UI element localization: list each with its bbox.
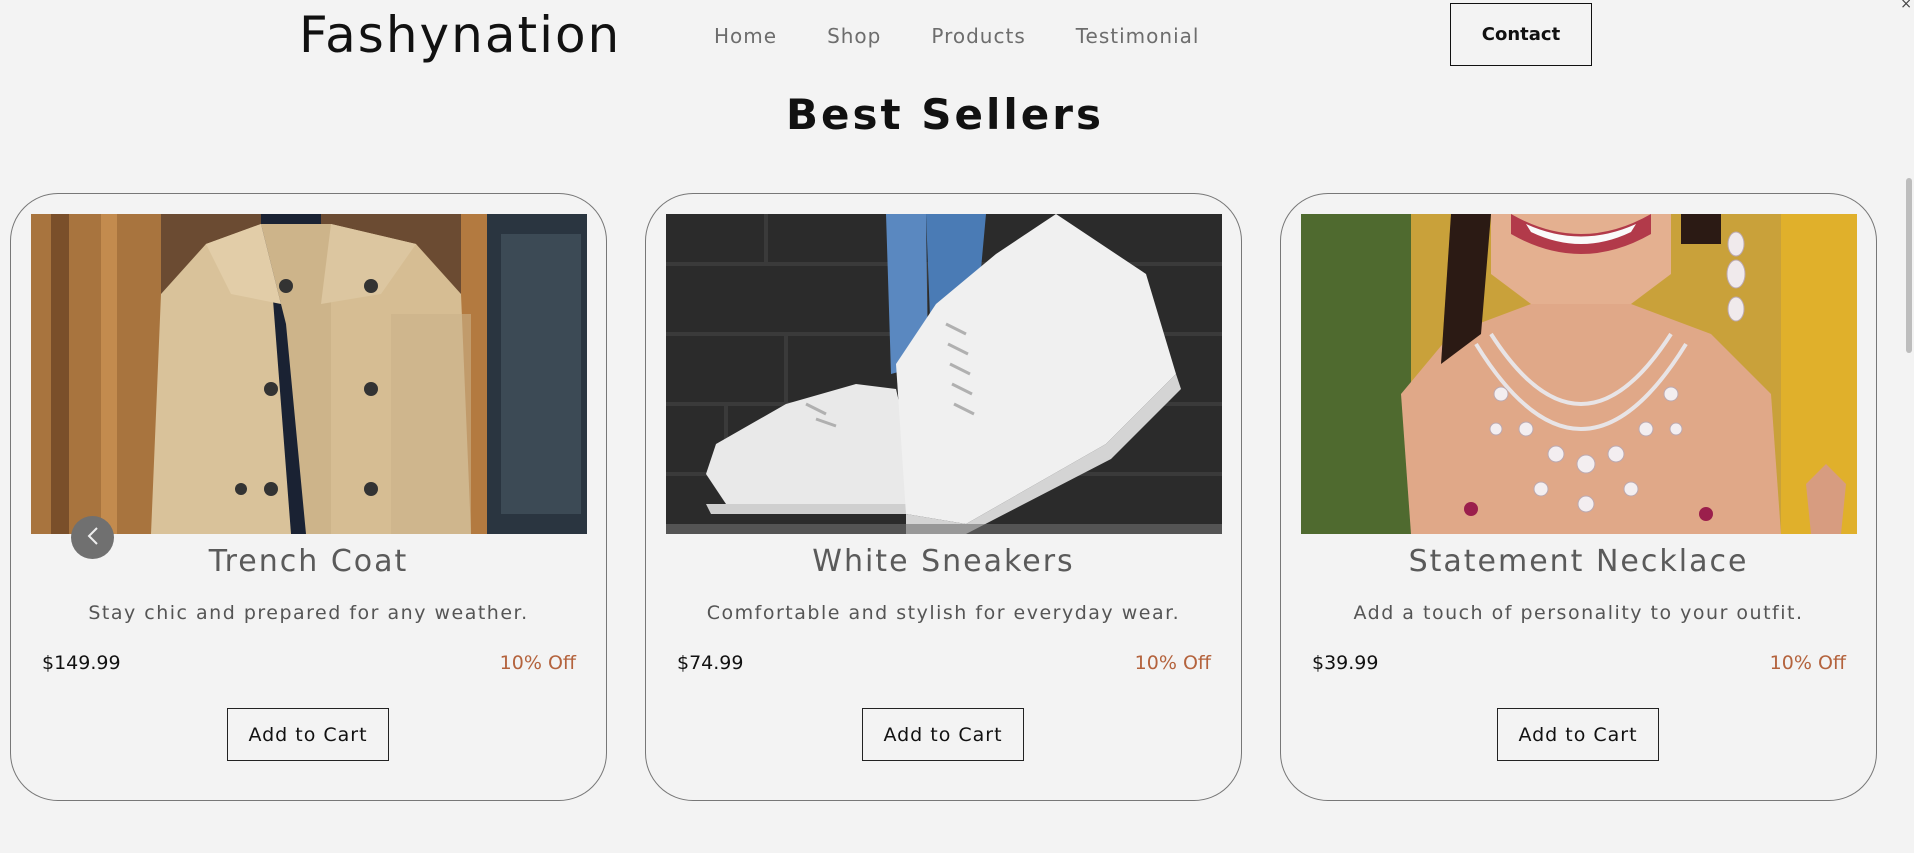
- product-price: $74.99: [677, 652, 744, 674]
- product-image-statement-necklace: [1301, 214, 1857, 534]
- product-discount: 10% Off: [1134, 652, 1211, 674]
- nav-testimonial-link[interactable]: Testimonial: [1076, 24, 1200, 48]
- add-to-cart-button[interactable]: Add to Cart: [862, 708, 1024, 761]
- chevron-left-icon: [86, 526, 100, 550]
- product-title: White Sneakers: [812, 544, 1075, 579]
- product-description: Add a touch of personality to your outfi…: [1353, 602, 1804, 624]
- add-to-cart-button[interactable]: Add to Cart: [227, 708, 389, 761]
- nav-home-link[interactable]: Home: [714, 24, 777, 48]
- product-card-statement-necklace: Statement Necklace Add a touch of person…: [1280, 193, 1877, 801]
- product-description: Stay chic and prepared for any weather.: [88, 602, 529, 624]
- product-image-trench-coat: [31, 214, 587, 534]
- close-icon[interactable]: ×: [1900, 0, 1912, 12]
- product-discount: 10% Off: [1769, 652, 1846, 674]
- main-nav: Home Shop Products Testimonial: [714, 24, 1249, 48]
- add-to-cart-button[interactable]: Add to Cart: [1497, 708, 1659, 761]
- site-logo[interactable]: Fashynation: [299, 6, 621, 64]
- product-description: Comfortable and stylish for everyday wea…: [706, 602, 1181, 624]
- nav-shop-link[interactable]: Shop: [827, 24, 881, 48]
- product-discount: 10% Off: [499, 652, 576, 674]
- nav-products-link[interactable]: Products: [931, 24, 1025, 48]
- scrollbar-thumb[interactable]: [1906, 178, 1912, 353]
- product-price: $149.99: [42, 652, 121, 674]
- product-title: Statement Necklace: [1408, 544, 1749, 579]
- contact-button[interactable]: Contact: [1450, 3, 1592, 66]
- product-card-trench-coat: Trench Coat Stay chic and prepared for a…: [10, 193, 607, 801]
- product-image-white-sneakers: [666, 214, 1222, 534]
- page: Fashynation Home Shop Products Testimoni…: [0, 0, 1914, 853]
- carousel-prev-button[interactable]: [71, 516, 114, 559]
- product-price: $39.99: [1312, 652, 1379, 674]
- product-card-white-sneakers: White Sneakers Comfortable and stylish f…: [645, 193, 1242, 801]
- section-title: Best Sellers: [786, 90, 1104, 139]
